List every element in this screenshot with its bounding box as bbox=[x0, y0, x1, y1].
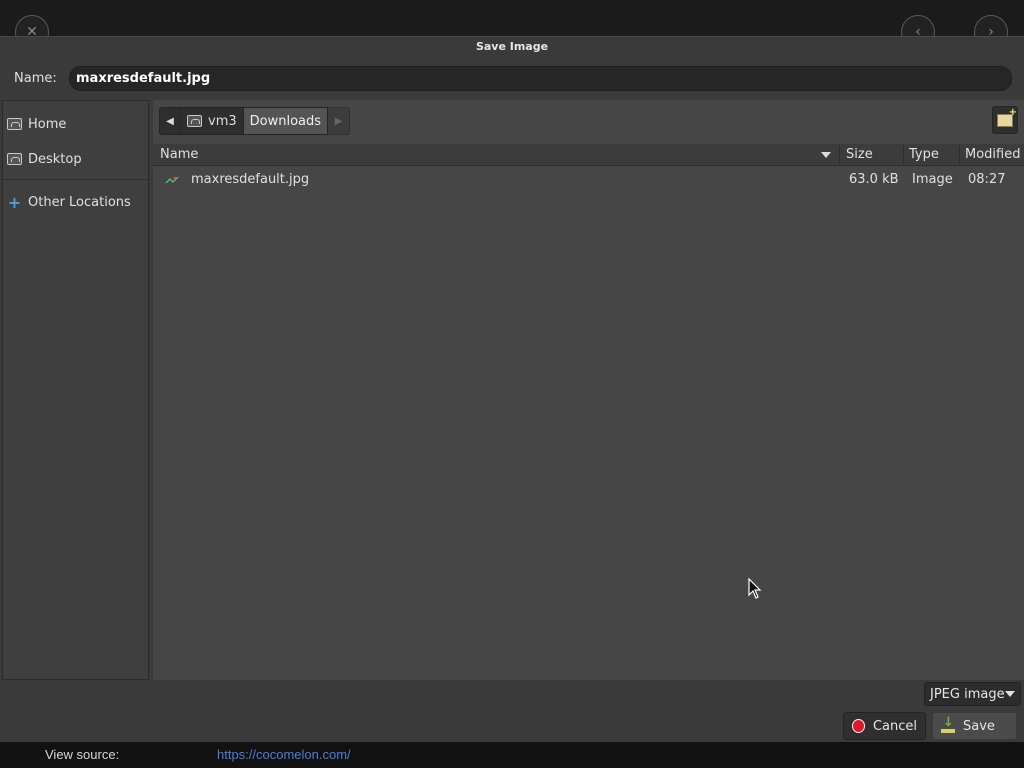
name-label: Name: bbox=[14, 71, 57, 86]
sidebar-separator bbox=[3, 179, 148, 180]
file-type: Image bbox=[912, 172, 953, 187]
cancel-button[interactable]: Cancel bbox=[843, 712, 926, 740]
filename-input[interactable] bbox=[69, 66, 1012, 91]
chevron-down-icon bbox=[1005, 691, 1015, 697]
cancel-icon bbox=[852, 719, 865, 733]
image-file-icon bbox=[165, 176, 179, 184]
table-row[interactable]: maxresdefault.jpg 63.0 kB Image 08:27 bbox=[153, 167, 1024, 193]
path-forward-arrow-icon[interactable]: ▶ bbox=[328, 107, 351, 135]
path-back-arrow-icon[interactable]: ◀ bbox=[159, 107, 181, 135]
window-top-bar: ✕ ‹ › bbox=[0, 0, 1024, 49]
column-header-modified[interactable]: Modified bbox=[965, 144, 1020, 166]
sidebar-item-home[interactable]: Home bbox=[7, 111, 145, 137]
save-image-dialog: Save Image Name: Home Desktop + Other Lo… bbox=[0, 36, 1024, 743]
create-folder-button[interactable] bbox=[992, 106, 1018, 134]
file-browser: ◀ vm3 Downloads ▶ Name Size Type Modifie… bbox=[153, 100, 1024, 680]
path-segment-vm3[interactable]: vm3 bbox=[181, 107, 244, 135]
path-bar: ◀ vm3 Downloads ▶ bbox=[159, 106, 351, 136]
desktop-folder-icon bbox=[7, 153, 22, 165]
sort-descending-icon bbox=[821, 152, 831, 158]
file-type-filter-select[interactable]: JPEG image bbox=[924, 682, 1021, 706]
column-header-type[interactable]: Type bbox=[909, 144, 939, 166]
sidebar-item-desktop[interactable]: Desktop bbox=[7, 146, 145, 172]
mouse-cursor-icon bbox=[748, 578, 762, 599]
new-folder-icon bbox=[997, 107, 1017, 127]
status-bar: View source: https://cocomelon.com/ bbox=[0, 742, 1024, 768]
source-url-link[interactable]: https://cocomelon.com/ bbox=[217, 747, 351, 762]
sidebar-item-label: Desktop bbox=[28, 151, 82, 167]
save-button[interactable]: Save bbox=[932, 712, 1017, 740]
plus-icon: + bbox=[7, 192, 22, 212]
dialog-action-bar: JPEG image Cancel Save bbox=[0, 680, 1024, 743]
save-icon bbox=[941, 715, 955, 733]
path-segment-label: vm3 bbox=[208, 113, 237, 129]
places-sidebar: Home Desktop + Other Locations bbox=[2, 100, 149, 680]
save-button-label: Save bbox=[963, 718, 995, 734]
status-label: View source: bbox=[45, 747, 120, 762]
column-separator bbox=[959, 146, 960, 164]
file-size: 63.0 kB bbox=[849, 172, 899, 187]
column-header-name[interactable]: Name bbox=[160, 144, 198, 166]
column-separator bbox=[839, 146, 840, 164]
sidebar-item-label: Other Locations bbox=[28, 194, 131, 210]
filter-selected-value: JPEG image bbox=[930, 686, 1005, 702]
column-separator bbox=[903, 146, 904, 164]
home-folder-icon bbox=[7, 118, 22, 130]
column-header-size[interactable]: Size bbox=[846, 144, 873, 166]
sidebar-item-label: Home bbox=[28, 116, 67, 132]
file-modified: 08:27 bbox=[968, 172, 1006, 187]
home-folder-icon bbox=[187, 115, 202, 127]
cancel-button-label: Cancel bbox=[872, 718, 917, 734]
dialog-title: Save Image bbox=[475, 40, 549, 53]
file-name: maxresdefault.jpg bbox=[191, 172, 310, 187]
path-segment-downloads[interactable]: Downloads bbox=[243, 107, 329, 135]
path-segment-label: Downloads bbox=[249, 113, 322, 129]
file-list-header: Name Size Type Modified bbox=[153, 144, 1024, 166]
sidebar-item-other-locations[interactable]: + Other Locations bbox=[7, 189, 145, 215]
